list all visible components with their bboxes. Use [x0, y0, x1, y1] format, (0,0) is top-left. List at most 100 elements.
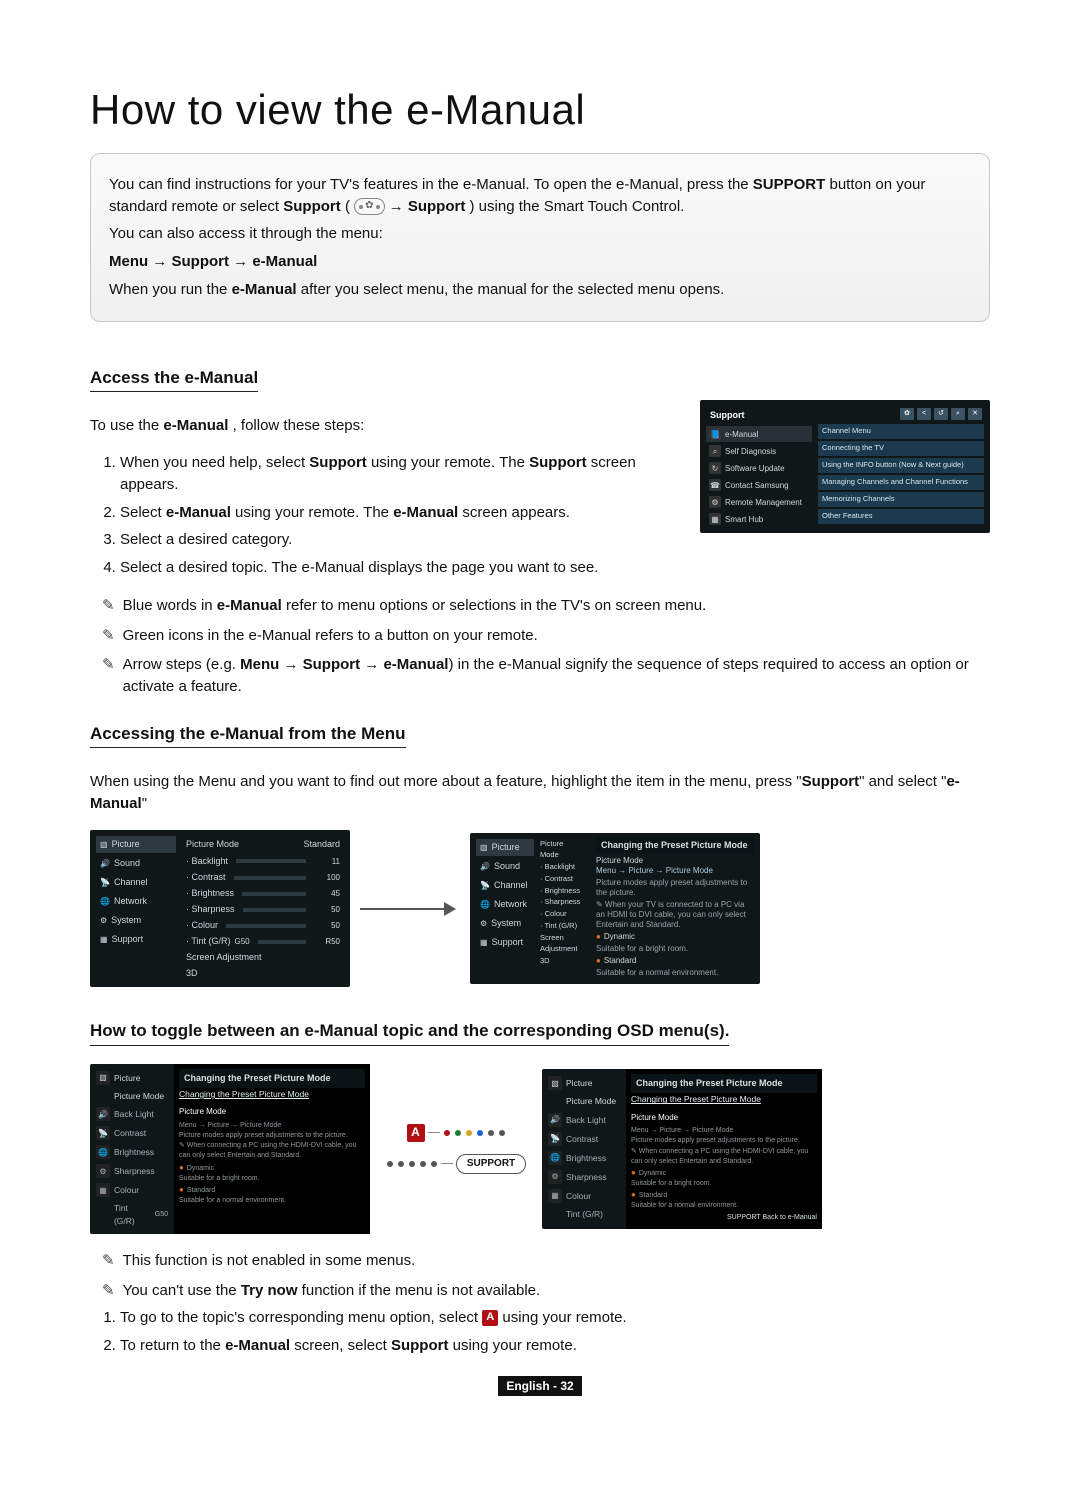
emanual-line2: ✎ When your TV is connected to a PC via …	[596, 900, 754, 930]
row-tint: · Tint (G/R)G50R50	[182, 934, 344, 949]
row-sharpness: · Sharpness50	[182, 902, 344, 917]
intro-line3: When you run the e-Manual after you sele…	[109, 279, 971, 301]
contact-icon: ☎	[709, 479, 721, 491]
row-backlight: · Backlight11	[182, 854, 344, 869]
right-item-4: Memorizing Channels	[818, 492, 984, 507]
channel-icon: 📡	[96, 1126, 110, 1140]
emanual-subhead: Picture Mode	[596, 854, 754, 866]
access-note-1: ✎ Blue words in e-Manual refer to menu o…	[102, 595, 990, 617]
emanual-line1: Picture modes apply preset adjustments t…	[596, 878, 754, 898]
access-step-3: Select a desired category.	[120, 529, 682, 551]
sound-icon: 🔊	[96, 1107, 110, 1121]
figure-tv-menu-left: ▧Picture 🔊Sound 📡Channel 🌐Network ⚙Syste…	[90, 830, 350, 987]
remote-support-button: SUPPORT	[456, 1154, 526, 1175]
section-access-title: Access the e-Manual	[90, 366, 258, 393]
system-icon: ⚙	[100, 915, 107, 927]
support-header: Support	[706, 406, 812, 425]
menu-path: Menu → Support → e-Manual	[109, 251, 971, 273]
sound-icon: 🔊	[100, 858, 110, 870]
gear-icon: ⚙	[709, 496, 721, 508]
panel-head-left: Picture Mode	[186, 838, 239, 851]
toggle-note-2: ✎ You can't use the Try now function if …	[102, 1280, 990, 1302]
emanual-toolbar: ✿ < ↺ ⌕ ✕	[818, 406, 984, 422]
support-icon: ▦	[96, 1183, 110, 1197]
back-to-emanual: SUPPORT Back to e-Manual	[631, 1211, 817, 1223]
toolbar-btn-2: <	[917, 408, 931, 420]
page-footer: English - 32	[90, 1375, 990, 1397]
osd-head: Changing the Preset Picture Mode	[179, 1069, 365, 1088]
diagnosis-icon: ⌕	[709, 445, 721, 457]
emanual-menu-path: Menu → Picture → Picture Mode	[596, 866, 754, 876]
emanual-head: Changing the Preset Picture Mode	[596, 837, 754, 854]
sidebar-item-channel: 📡Channel	[96, 874, 176, 891]
picture-icon: ▧	[96, 1071, 110, 1085]
intro-line1: You can find instructions for your TV's …	[109, 174, 971, 218]
support-item-emanual: 📘e-Manual	[706, 426, 812, 442]
support-item-self-diagnosis: ⌕Self Diagnosis	[706, 443, 812, 459]
right-item-0: Channel Menu	[818, 424, 984, 439]
smart-touch-icon: ✿	[354, 198, 384, 215]
support-item-software-update: ↻Software Update	[706, 460, 812, 476]
page-number-badge: English - 32	[498, 1376, 581, 1396]
access-lead: To use the e-Manual , follow these steps…	[90, 415, 682, 437]
figure-support-screen: Support 📘e-Manual ⌕Self Diagnosis ↻Softw…	[700, 400, 990, 533]
remote-green-dot	[455, 1130, 461, 1136]
toolbar-btn-3: ↺	[934, 408, 948, 420]
sidebar-item-system: ⚙System	[96, 912, 176, 929]
picture-icon: ▧	[100, 839, 108, 851]
remote-a-button: A	[407, 1124, 425, 1142]
from-menu-text: When using the Menu and you want to find…	[90, 771, 990, 815]
figure-tv-emanual-right: ▧Picture 🔊Sound 📡Channel 🌐Network ⚙Syste…	[470, 833, 760, 984]
manual-icon: 📘	[709, 428, 721, 440]
figure-remote-buttons: A SUPPORT	[376, 1124, 536, 1175]
system-icon: ⚙	[96, 1164, 110, 1178]
section-toggle-title: How to toggle between an e-Manual topic …	[90, 1019, 729, 1046]
sidebar-item-sound: 🔊Sound	[96, 855, 176, 872]
access-step-1: When you need help, select Support using…	[120, 452, 682, 496]
remote-yellow-dot	[466, 1130, 472, 1136]
sidebar-item-network: 🌐Network	[96, 893, 176, 910]
osd-link: Changing the Preset Picture Mode	[179, 1088, 365, 1103]
row-brightness: · Brightness45	[182, 886, 344, 901]
toolbar-btn-1: ✿	[900, 408, 914, 420]
emanual-bullet-standard: ●Standard	[596, 956, 754, 966]
sidebar-item-support: ▦Support	[96, 931, 176, 948]
access-step-2: Select e-Manual using your remote. The e…	[120, 502, 682, 524]
row-colour: · Colour50	[182, 918, 344, 933]
right-item-3: Managing Channels and Channel Functions	[818, 475, 984, 490]
note-icon: ✎	[102, 597, 115, 615]
toggle-note-1: ✎ This function is not enabled in some m…	[102, 1250, 990, 1272]
hub-icon: ▦	[709, 513, 721, 525]
note-icon: ✎	[102, 627, 115, 645]
figure-osd-right: ▧Picture Picture Mode 🔊Back Light 📡Contr…	[542, 1069, 822, 1228]
figure-osd-left: ▧Picture Picture Mode 🔊Back Light 📡Contr…	[90, 1064, 370, 1234]
channel-icon: 📡	[100, 877, 110, 889]
right-item-5: Other Features	[818, 509, 984, 524]
note-icon: ✎	[102, 1252, 115, 1270]
page-title: How to view the e-Manual	[90, 80, 990, 141]
network-icon: 🌐	[96, 1145, 110, 1159]
intro-line2: You can also access it through the menu:	[109, 223, 971, 245]
access-steps: When you need help, select Support using…	[90, 452, 682, 579]
access-step-4: Select a desired topic. The e-Manual dis…	[120, 557, 682, 579]
note-icon: ✎	[102, 656, 115, 674]
update-icon: ↻	[709, 462, 721, 474]
panel-head-right: Standard	[303, 838, 340, 851]
toggle-step-2: To return to the e-Manual screen, select…	[120, 1335, 990, 1357]
remote-a-inline-icon: A	[482, 1310, 498, 1326]
support-item-remote-mgmt: ⚙Remote Management	[706, 494, 812, 510]
support-icon: ▦	[100, 934, 108, 946]
row-contrast: · Contrast100	[182, 870, 344, 885]
support-item-smart-hub: ▦Smart Hub	[706, 511, 812, 527]
network-icon: 🌐	[100, 896, 110, 908]
support-item-contact: ☎Contact Samsung	[706, 477, 812, 493]
arrow-icon	[360, 904, 460, 914]
sidebar-item-picture: ▧Picture	[96, 836, 176, 853]
note-icon: ✎	[102, 1282, 115, 1300]
toggle-steps: To go to the topic's corresponding menu …	[90, 1307, 990, 1357]
right-item-1: Connecting the TV	[818, 441, 984, 456]
intro-card: You can find instructions for your TV's …	[90, 153, 990, 322]
remote-red-dot	[444, 1130, 450, 1136]
emanual-bullet-dynamic: ●Dynamic	[596, 932, 754, 942]
access-note-2: ✎ Green icons in the e-Manual refers to …	[102, 625, 990, 647]
